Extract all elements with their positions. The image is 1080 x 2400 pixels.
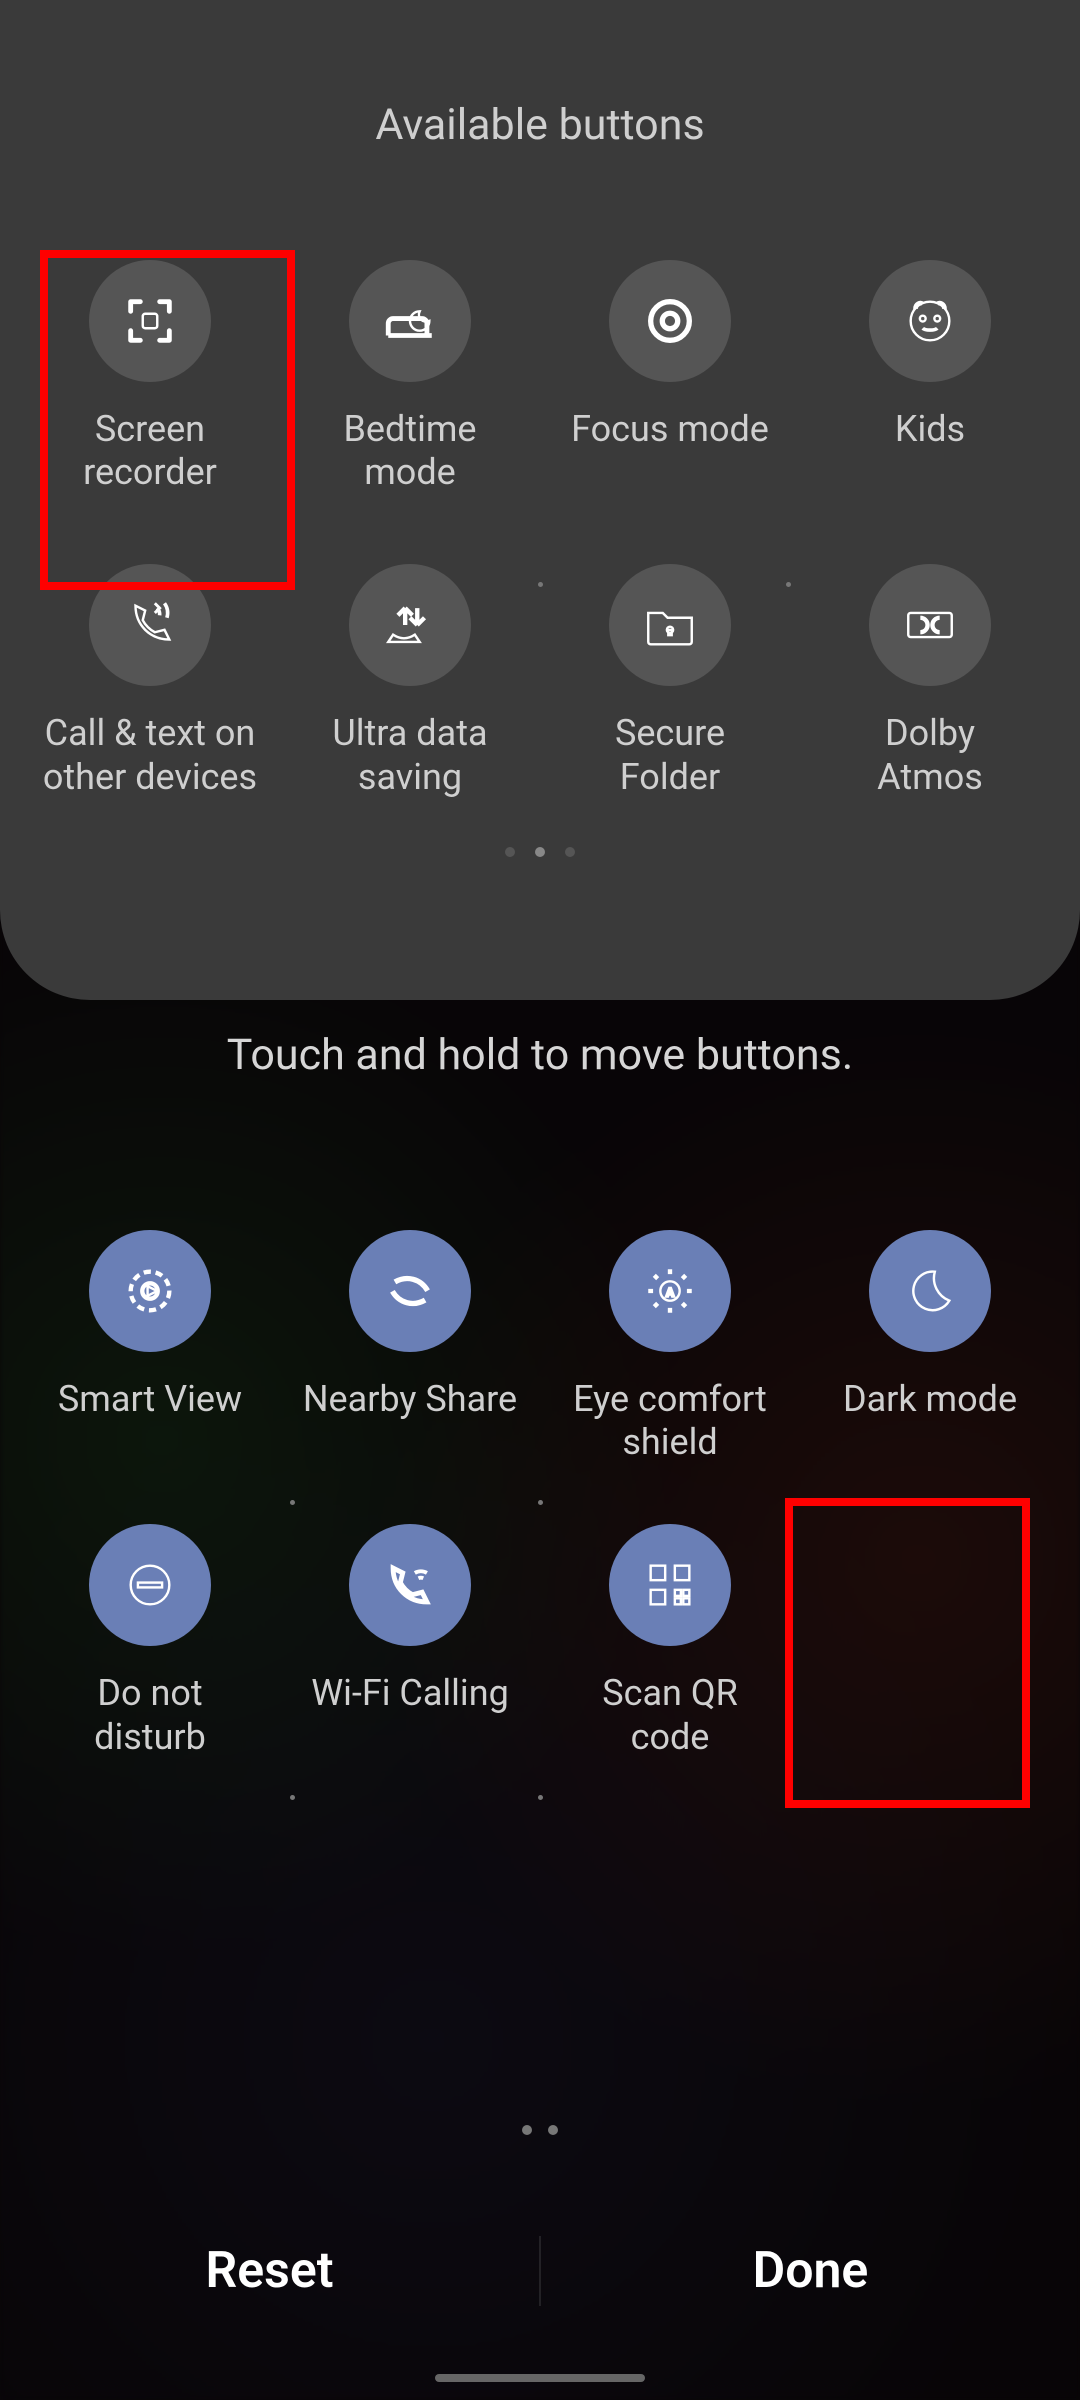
label: Dark mode <box>843 1378 1017 1421</box>
dot <box>522 2125 532 2135</box>
btn-kids[interactable]: Kids <box>800 260 1060 494</box>
btn-screen-recorder[interactable]: Screenrecorder <box>20 260 280 494</box>
label: SecureFolder <box>615 712 725 798</box>
svg-text:A: A <box>666 1286 675 1300</box>
label: Do notdisturb <box>94 1672 206 1758</box>
call-devices-icon <box>89 564 211 686</box>
dnd-icon <box>89 1524 211 1646</box>
smart-view-icon <box>89 1230 211 1352</box>
drop-dot <box>538 1500 543 1505</box>
drop-dot <box>290 1795 295 1800</box>
qr-icon <box>609 1524 731 1646</box>
label: Bedtimemode <box>343 408 476 494</box>
active-panel-grid: Smart View Nearby Share A Eye comfortshi… <box>0 1200 1080 1759</box>
drop-dot <box>538 1795 543 1800</box>
reset-button[interactable]: Reset <box>0 2212 539 2330</box>
screen-recorder-icon <box>89 260 211 382</box>
label: Wi-Fi Calling <box>311 1672 509 1715</box>
btn-smart-view[interactable]: Smart View <box>20 1230 280 1464</box>
label: Eye comfortshield <box>573 1378 767 1464</box>
label: Call & text onother devices <box>43 712 257 798</box>
wifi-calling-icon <box>349 1524 471 1646</box>
nearby-share-icon <box>349 1230 471 1352</box>
dot-active <box>535 847 545 857</box>
secure-folder-icon <box>609 564 731 686</box>
bedtime-icon <box>349 260 471 382</box>
home-handle[interactable] <box>435 2374 645 2382</box>
focus-icon <box>609 260 731 382</box>
label: Smart View <box>58 1378 242 1421</box>
btn-bedtime-mode[interactable]: Bedtimemode <box>280 260 540 494</box>
btn-dolby-atmos[interactable]: DolbyAtmos <box>800 564 1060 798</box>
btn-dnd[interactable]: Do notdisturb <box>20 1524 280 1758</box>
label: Ultra datasaving <box>332 712 487 798</box>
label: Kids <box>895 408 965 451</box>
available-buttons-card: Available buttons Screenrecorder Bedtime… <box>0 0 1080 1000</box>
btn-nearby-share[interactable]: Nearby Share <box>280 1230 540 1464</box>
move-hint: Touch and hold to move buttons. <box>0 1030 1080 1080</box>
drop-dot <box>290 1500 295 1505</box>
dark-mode-icon <box>869 1230 991 1352</box>
panel-page-dots <box>0 2125 1080 2135</box>
empty-slot[interactable] <box>800 1524 1060 1758</box>
data-saving-icon <box>349 564 471 686</box>
eye-comfort-icon: A <box>609 1230 731 1352</box>
available-page-dots <box>0 847 1080 857</box>
btn-call-text-devices[interactable]: Call & text onother devices <box>20 564 280 798</box>
footer-bar: Reset Done <box>0 2212 1080 2330</box>
btn-secure-folder[interactable]: SecureFolder <box>540 564 800 798</box>
btn-ultra-data-saving[interactable]: Ultra datasaving <box>280 564 540 798</box>
dot-active <box>548 2125 558 2135</box>
kids-icon <box>869 260 991 382</box>
drop-dot <box>786 582 791 587</box>
btn-scan-qr[interactable]: Scan QRcode <box>540 1524 800 1758</box>
label: Scan QRcode <box>602 1672 738 1758</box>
available-grid: Screenrecorder Bedtimemode Focus mode Ki… <box>0 150 1080 799</box>
label: DolbyAtmos <box>877 712 983 798</box>
dot <box>565 847 575 857</box>
btn-eye-comfort[interactable]: A Eye comfortshield <box>540 1230 800 1464</box>
btn-focus-mode[interactable]: Focus mode <box>540 260 800 494</box>
done-button[interactable]: Done <box>541 2212 1080 2330</box>
available-title: Available buttons <box>0 100 1080 150</box>
btn-dark-mode[interactable]: Dark mode <box>800 1230 1060 1464</box>
btn-wifi-calling[interactable]: Wi-Fi Calling <box>280 1524 540 1758</box>
label: Nearby Share <box>303 1378 517 1421</box>
label: Screenrecorder <box>83 408 217 494</box>
label: Focus mode <box>571 408 769 451</box>
drop-dot <box>538 582 543 587</box>
dolby-icon <box>869 564 991 686</box>
dot <box>505 847 515 857</box>
